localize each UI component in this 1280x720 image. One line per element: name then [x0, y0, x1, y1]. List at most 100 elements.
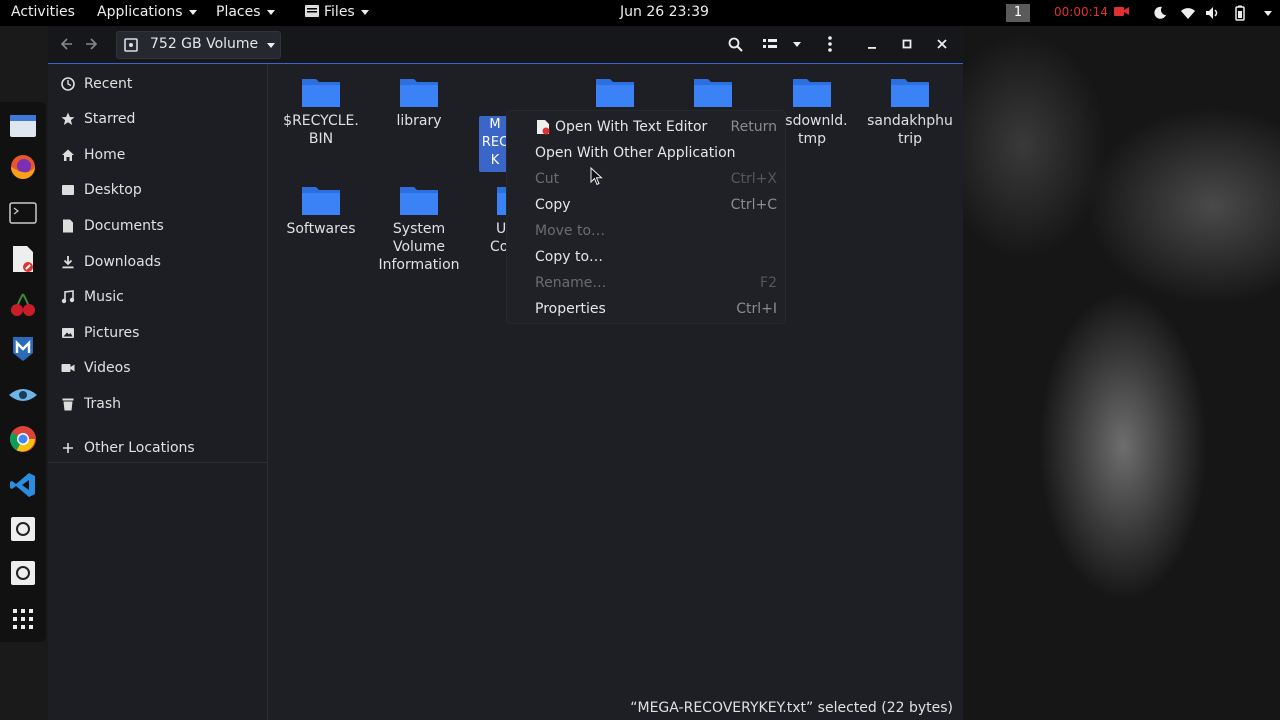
- sidebar-item-label: Desktop: [84, 182, 142, 198]
- menu-item-open-with-other-application[interactable]: Open With Other Application: [507, 140, 785, 166]
- dock-metasploit[interactable]: [8, 334, 38, 364]
- folder-icon: [694, 79, 732, 107]
- picture-icon: [60, 325, 76, 341]
- dock-vscode[interactable]: [8, 470, 38, 500]
- file-item-recycle-bin[interactable]: $RECYCLE. BIN: [276, 76, 366, 148]
- minimize-button[interactable]: [862, 32, 882, 56]
- dock-terminal[interactable]: [8, 198, 38, 228]
- volume-icon[interactable]: [1205, 5, 1221, 21]
- workspace-indicator[interactable]: 1: [1006, 4, 1030, 22]
- sidebar-item-home[interactable]: Home: [60, 143, 125, 167]
- menu-item-cut[interactable]: Cut Ctrl+X: [507, 166, 785, 192]
- folder-icon: [891, 79, 929, 107]
- context-menu: Open With Text Editor Return Open With O…: [506, 110, 786, 324]
- folder-icon: [302, 187, 340, 215]
- activities-button[interactable]: Activities: [11, 4, 75, 20]
- trash-icon: [60, 396, 76, 412]
- sidebar-item-starred[interactable]: Starred: [60, 107, 135, 131]
- sidebar-item-label: Trash: [84, 396, 121, 412]
- sidebar-item-other-locations[interactable]: Other Locations: [60, 436, 195, 460]
- maximize-icon: [902, 39, 912, 49]
- mouse-cursor-icon: [590, 167, 603, 186]
- files-app-menu[interactable]: Files: [304, 4, 369, 20]
- location-pathbar[interactable]: 752 GB Volume: [116, 31, 281, 59]
- sidebar-item-trash[interactable]: Trash: [60, 392, 121, 416]
- places-sidebar: Recent Starred Home Desktop Documents Do…: [48, 64, 268, 720]
- chevron-down-icon: [793, 41, 801, 47]
- menu-item-copy[interactable]: Copy Ctrl+C: [507, 192, 785, 218]
- menu-item-label: Open With Text Editor: [555, 119, 708, 135]
- dock-app-1[interactable]: [8, 514, 38, 544]
- arrow-right-icon: [86, 38, 98, 50]
- files-icon: [10, 115, 36, 137]
- view-options-button[interactable]: [788, 32, 806, 56]
- places-menu[interactable]: Places: [216, 4, 275, 20]
- text-editor-icon: [13, 246, 33, 272]
- menu-item-accel: Return: [730, 119, 777, 135]
- menu-item-copy-to[interactable]: Copy to…: [507, 244, 785, 270]
- sidebar-item-documents[interactable]: Documents: [60, 214, 164, 238]
- grid-icon: [13, 609, 33, 629]
- dock-text-editor[interactable]: [8, 244, 38, 274]
- battery-icon[interactable]: [1232, 5, 1248, 21]
- maximize-button[interactable]: [897, 32, 917, 56]
- dock-cherrytree[interactable]: [8, 290, 38, 320]
- show-applications-button[interactable]: [8, 604, 38, 634]
- wifi-icon[interactable]: [1180, 5, 1196, 21]
- menu-item-open-with-text-editor[interactable]: Open With Text Editor Return: [507, 114, 785, 140]
- file-item-hidden-2[interactable]: [668, 76, 758, 112]
- folder-icon: [400, 187, 438, 215]
- search-icon: [728, 37, 743, 52]
- sidebar-item-music[interactable]: Music: [60, 285, 124, 309]
- file-item-sandakhphu-trip[interactable]: sandakhphu trip: [865, 76, 955, 148]
- cherry-icon: [11, 293, 35, 316]
- applications-menu[interactable]: Applications: [97, 4, 197, 20]
- dock-files[interactable]: [8, 110, 38, 140]
- file-name: System: [392, 221, 446, 237]
- forward-button[interactable]: [82, 32, 102, 56]
- file-item-system-volume-information[interactable]: System Volume Information: [374, 184, 464, 274]
- selection-status: “MEGA-RECOVERYKEY.txt” selected (22 byte…: [630, 700, 953, 716]
- file-name: BIN: [308, 131, 334, 147]
- file-name: library: [396, 113, 442, 129]
- desktop-icon: [60, 182, 76, 198]
- menu-item-accel: Ctrl+C: [730, 197, 777, 213]
- plus-icon: [60, 440, 76, 456]
- back-button[interactable]: [56, 32, 76, 56]
- sidebar-item-downloads[interactable]: Downloads: [60, 250, 161, 274]
- sidebar-item-label: Recent: [84, 76, 133, 92]
- night-light-icon[interactable]: [1152, 5, 1168, 21]
- close-button[interactable]: [932, 32, 952, 56]
- terminal-icon: [9, 202, 37, 224]
- dock-eye-app[interactable]: [8, 380, 38, 410]
- music-icon: [60, 289, 76, 305]
- view-mode-button[interactable]: [759, 32, 781, 56]
- dock-app-2[interactable]: [8, 558, 38, 588]
- menu-item-rename[interactable]: Rename… F2: [507, 270, 785, 296]
- home-icon: [60, 147, 76, 163]
- menu-item-properties[interactable]: Properties Ctrl+I: [507, 296, 785, 322]
- close-icon: [937, 39, 947, 49]
- sidebar-item-videos[interactable]: Videos: [60, 356, 131, 380]
- file-name: Information: [378, 257, 460, 273]
- system-menu-arrow-icon[interactable]: [1264, 11, 1272, 16]
- search-button[interactable]: [724, 32, 746, 56]
- sidebar-item-recent[interactable]: Recent: [60, 72, 132, 96]
- sidebar-item-desktop[interactable]: Desktop: [60, 178, 142, 202]
- menu-item-move-to[interactable]: Move to…: [507, 218, 785, 244]
- dock-chrome[interactable]: [8, 424, 38, 454]
- menu-item-accel: F2: [760, 275, 777, 291]
- file-item-softwares[interactable]: Softwares: [276, 184, 366, 238]
- file-item-library[interactable]: library: [374, 76, 464, 130]
- chevron-down-icon: [266, 9, 275, 15]
- dock-firefox[interactable]: [8, 152, 38, 182]
- camera-icon: [1113, 7, 1129, 16]
- recording-timer[interactable]: 00:00:14: [1054, 5, 1130, 19]
- sidebar-item-pictures[interactable]: Pictures: [60, 321, 139, 345]
- file-item-hidden-1[interactable]: [570, 76, 660, 112]
- clock[interactable]: Jun 26 23:39: [620, 4, 709, 20]
- app-icon: [11, 517, 35, 541]
- menu-button[interactable]: [820, 32, 840, 56]
- list-view-icon: [763, 39, 777, 48]
- menu-item-label: Move to…: [535, 223, 606, 239]
